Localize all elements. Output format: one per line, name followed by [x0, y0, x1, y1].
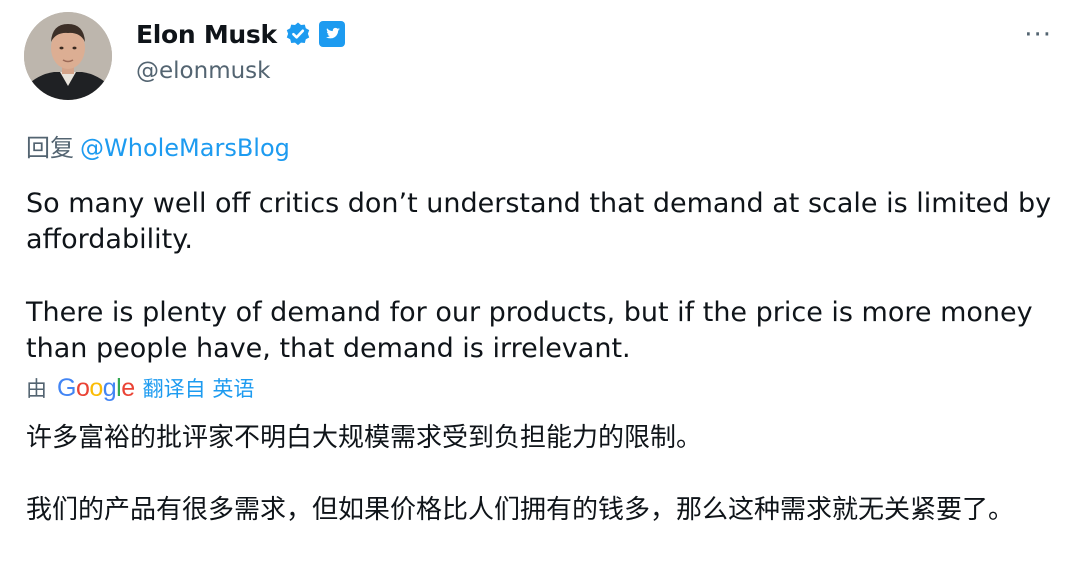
reply-mention-link[interactable]: @WholeMarsBlog	[80, 134, 290, 162]
verified-badge-icon	[285, 21, 311, 47]
tweet-header: Elon Musk @elonmusk ···	[24, 12, 1060, 102]
more-options-icon[interactable]: ···	[1024, 22, 1052, 48]
display-name[interactable]: Elon Musk	[136, 20, 277, 49]
user-handle[interactable]: @elonmusk	[136, 58, 345, 84]
translated-paragraph-1: 许多富裕的批评家不明白大规模需求受到负担能力的限制。	[26, 423, 703, 453]
author-info: Elon Musk @elonmusk	[136, 16, 345, 84]
translated-by-label: 由	[26, 377, 47, 401]
google-wordmark-letter: o	[75, 373, 90, 402]
google-wordmark-letter: e	[121, 373, 135, 402]
reply-prefix: 回复	[26, 134, 74, 162]
tweet-card: Elon Musk @elonmusk ··· 回复 @WholeMarsBlo…	[0, 0, 1080, 587]
profile-photo-icon	[24, 12, 112, 100]
twitter-logo-icon	[318, 21, 345, 47]
google-wordmark: Google	[57, 374, 135, 403]
google-wordmark-letter: o	[89, 373, 103, 402]
google-wordmark-letter: G	[57, 373, 76, 402]
reply-context: 回复 @WholeMarsBlog	[26, 128, 290, 163]
translated-paragraph-2: 我们的产品有很多需求，但如果价格比人们拥有的钱多，那么这种需求就无关紧要了。	[26, 495, 1015, 525]
translation-attribution: 由 Google 翻译自 英语	[26, 372, 254, 404]
avatar[interactable]	[24, 12, 112, 100]
tweet-text-paragraph-2: There is plenty of demand for our produc…	[26, 297, 1033, 364]
tweet-text-paragraph-1: So many well off critics don’t understan…	[26, 188, 1052, 255]
translated-from-link[interactable]: 翻译自 英语	[143, 373, 255, 403]
name-row: Elon Musk	[136, 16, 345, 52]
google-wordmark-letter: g	[102, 373, 117, 402]
google-logo: Google	[57, 374, 135, 403]
